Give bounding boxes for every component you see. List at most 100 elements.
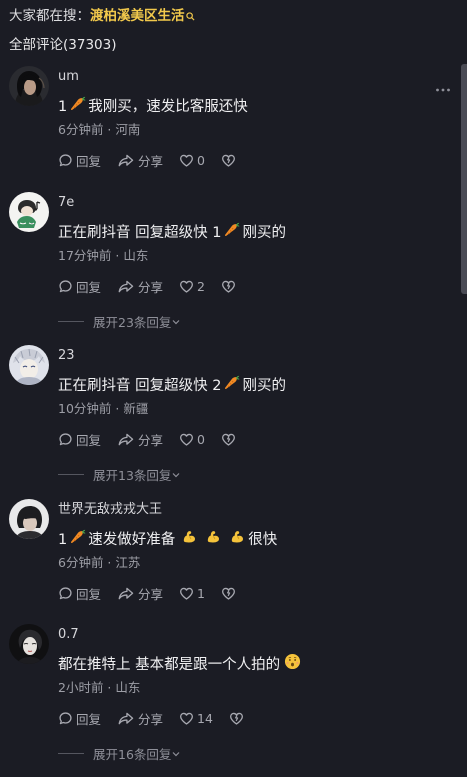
broken-heart-icon: [229, 711, 244, 726]
comment-count-title: 全部评论(37303): [9, 37, 117, 53]
share-label: 分享: [138, 279, 164, 295]
broken-heart-icon: [221, 586, 236, 601]
comment-text-part: 正在刷抖音 回复超级快 2: [58, 378, 222, 394]
comment-actions: 回复 分享 0: [58, 150, 239, 170]
comment-text: 正在刷抖音 回复超级快 2 刚买的: [58, 374, 286, 398]
avatar[interactable]: [9, 499, 49, 539]
share-label: 分享: [138, 153, 164, 169]
comment-text-part: 1: [58, 99, 68, 115]
share-button[interactable]: 分享: [117, 277, 163, 296]
heart-icon: [179, 432, 194, 447]
comment-item: 世界无敌戎戎大王 1 速发做好准备 很快 6分钟前 · 江苏 回复 分享 1: [0, 499, 440, 609]
hushed-face-emoji: [284, 653, 301, 677]
flexed-biceps-emoji: [229, 528, 246, 552]
expand-replies-button[interactable]: 展开16条回复: [58, 744, 181, 763]
comment-text: 都在推特上 基本都是跟一个人拍的: [58, 653, 303, 677]
reply-label: 回复: [76, 586, 102, 602]
username[interactable]: 0.7: [58, 626, 79, 644]
speech-bubble-icon: [58, 279, 73, 294]
like-button[interactable]: 0: [179, 153, 205, 168]
reply-label: 回复: [76, 711, 102, 727]
comment-text-part: 刚买的: [242, 225, 286, 241]
divider-line: [58, 753, 84, 754]
like-count: 0: [197, 431, 205, 447]
comment-meta: 2小时前 · 山东: [58, 680, 141, 695]
share-button[interactable]: 分享: [117, 709, 163, 728]
chevron-down-icon: [171, 317, 181, 327]
comment-actions: 回复 分享 2: [58, 276, 239, 296]
username[interactable]: 世界无敌戎戎大王: [58, 501, 162, 519]
comment-text-part: 速发做好准备: [88, 532, 176, 548]
reply-label: 回复: [76, 153, 102, 169]
hot-search-query[interactable]: 渡柏溪美区生活: [90, 8, 185, 24]
username[interactable]: um: [58, 68, 79, 86]
share-arrow-icon: [117, 586, 135, 601]
search-icon[interactable]: [185, 7, 195, 27]
share-label: 分享: [138, 711, 164, 727]
hot-search-prefix: 大家都在搜：: [9, 8, 90, 24]
dislike-button[interactable]: [221, 586, 239, 601]
comment-item: 23 正在刷抖音 回复超级快 2 刚买的 10分钟前 · 新疆 回复 分享 0 展…: [0, 345, 440, 485]
comment-text-part: 正在刷抖音 回复超级快 1: [58, 225, 222, 241]
comment-meta: 6分钟前 · 河南: [58, 122, 141, 137]
hot-search-bar[interactable]: 大家都在搜：渡柏溪美区生活: [9, 6, 195, 27]
username[interactable]: 7e: [58, 194, 74, 212]
like-button[interactable]: 2: [179, 279, 205, 294]
share-arrow-icon: [117, 279, 135, 294]
dislike-button[interactable]: [221, 153, 239, 168]
chevron-down-icon: [171, 470, 181, 480]
share-label: 分享: [138, 586, 164, 602]
dislike-button[interactable]: [229, 711, 247, 726]
like-count: 2: [197, 278, 205, 294]
comment-text-part: 刚买的: [242, 378, 286, 394]
share-arrow-icon: [117, 432, 135, 447]
expand-replies-label: 展开23条回复: [93, 315, 172, 330]
reply-button[interactable]: 回复: [58, 584, 101, 603]
username[interactable]: 23: [58, 347, 75, 365]
broken-heart-icon: [221, 153, 236, 168]
comment-text-part: 1: [58, 532, 68, 548]
carrot-emoji: [223, 374, 240, 398]
like-button[interactable]: 0: [179, 432, 205, 447]
share-button[interactable]: 分享: [117, 430, 163, 449]
reply-label: 回复: [76, 279, 102, 295]
reply-button[interactable]: 回复: [58, 709, 101, 728]
like-button[interactable]: 1: [179, 586, 205, 601]
share-button[interactable]: 分享: [117, 584, 163, 603]
carrot-emoji: [69, 528, 86, 552]
dislike-button[interactable]: [221, 279, 239, 294]
comment-actions: 回复 分享 1: [58, 583, 239, 603]
comment-actions: 回复 分享 0: [58, 429, 239, 449]
reply-button[interactable]: 回复: [58, 430, 101, 449]
share-arrow-icon: [117, 153, 135, 168]
chevron-down-icon: [171, 749, 181, 759]
reply-button[interactable]: 回复: [58, 277, 101, 296]
share-button[interactable]: 分享: [117, 151, 163, 170]
carrot-emoji: [69, 95, 86, 119]
reply-button[interactable]: 回复: [58, 151, 101, 170]
heart-icon: [179, 711, 194, 726]
avatar[interactable]: [9, 345, 49, 385]
like-button[interactable]: 14: [179, 711, 213, 726]
like-count: 0: [197, 152, 205, 168]
divider-line: [58, 474, 84, 475]
scrollbar[interactable]: [461, 64, 467, 294]
heart-icon: [179, 279, 194, 294]
avatar[interactable]: [9, 66, 49, 106]
dislike-button[interactable]: [221, 432, 239, 447]
comment-item: um 1 我刚买，速发比客服还快 6分钟前 · 河南 回复 分享 0: [0, 66, 440, 176]
comment-meta: 6分钟前 · 江苏: [58, 555, 141, 570]
flexed-biceps-emoji: [181, 528, 198, 552]
comment-text: 1 速发做好准备 很快: [58, 528, 277, 552]
comment-item: 7e 正在刷抖音 回复超级快 1 刚买的 17分钟前 · 山东 回复 分享 2 展…: [0, 192, 440, 332]
comment-meta: 10分钟前 · 新疆: [58, 401, 149, 416]
comment-text-part: 都在推特上 基本都是跟一个人拍的: [58, 657, 281, 673]
speech-bubble-icon: [58, 711, 73, 726]
carrot-emoji: [223, 221, 240, 245]
expand-replies-button[interactable]: 展开23条回复: [58, 312, 181, 331]
avatar[interactable]: [9, 624, 49, 664]
share-label: 分享: [138, 432, 164, 448]
avatar[interactable]: [9, 192, 49, 232]
expand-replies-label: 展开13条回复: [93, 468, 172, 483]
expand-replies-button[interactable]: 展开13条回复: [58, 465, 181, 484]
